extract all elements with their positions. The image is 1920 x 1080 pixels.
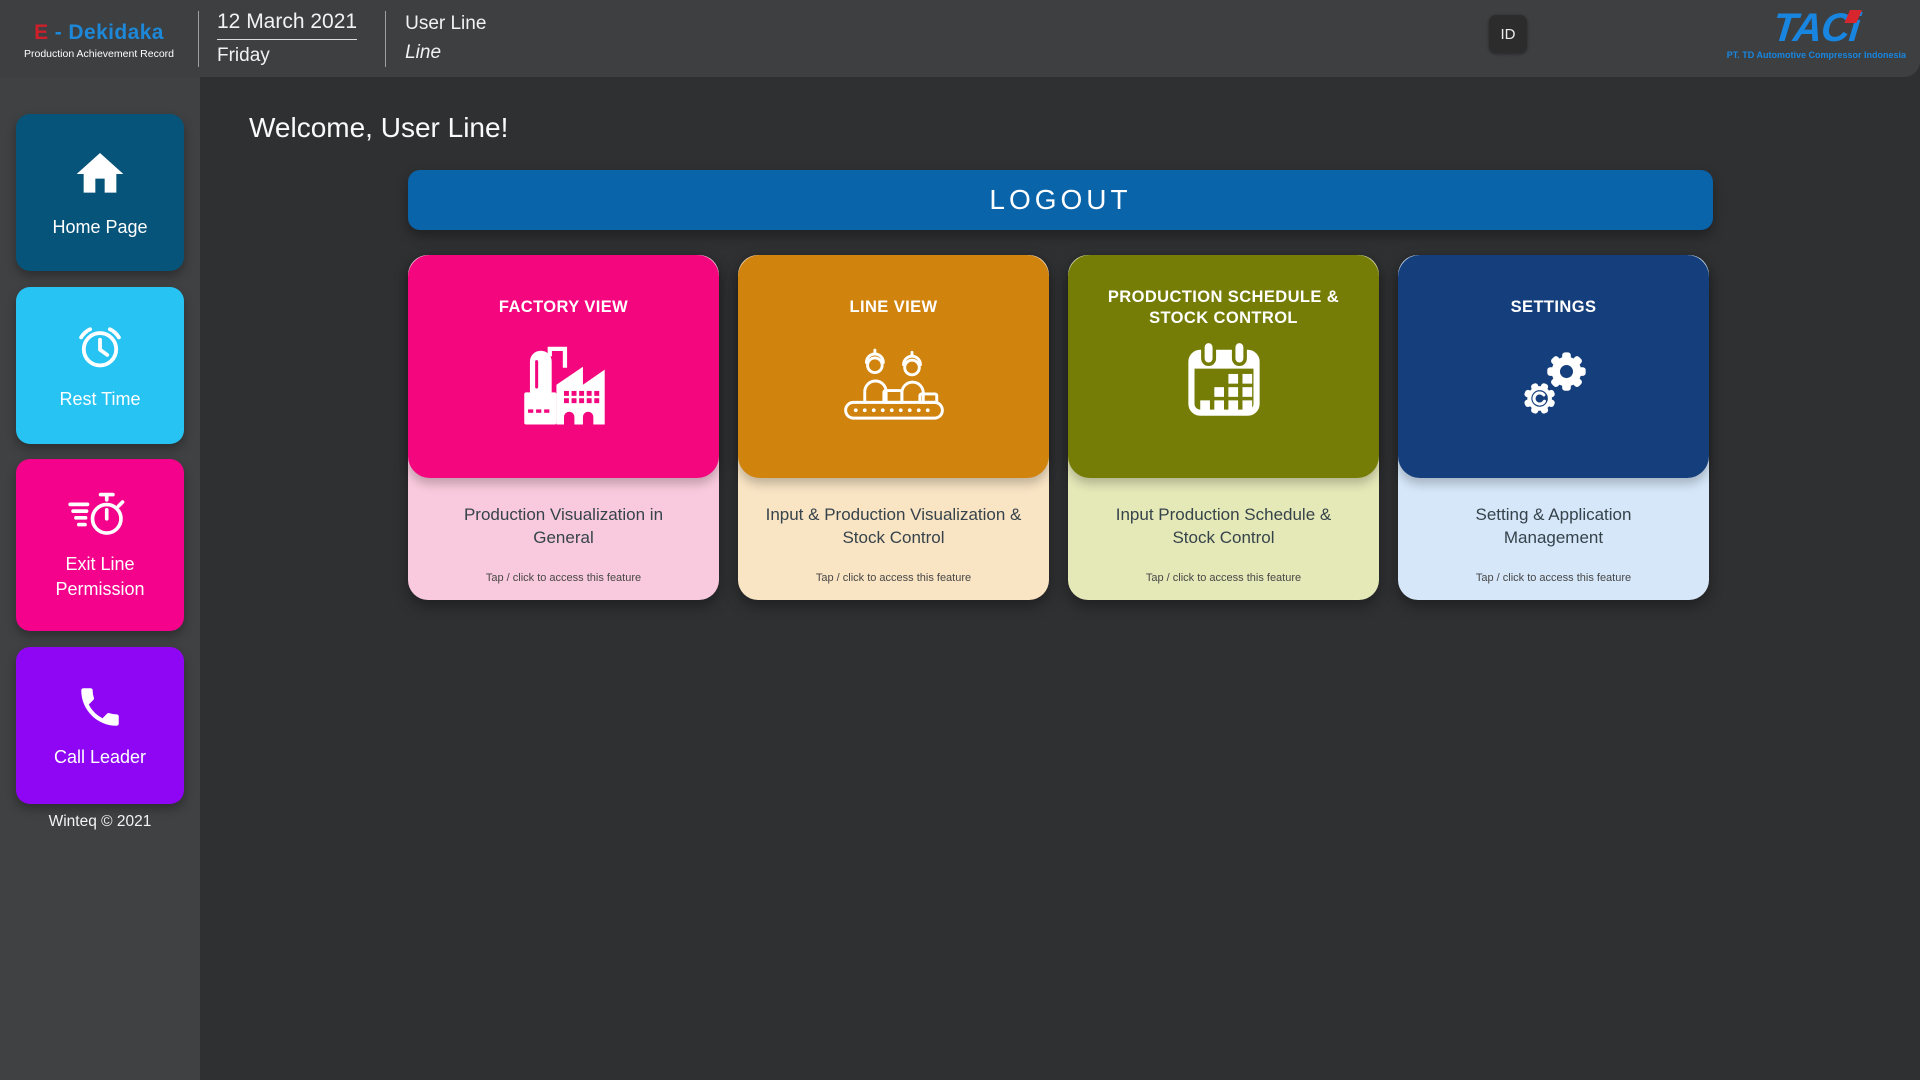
workers-conveyor-icon — [840, 337, 948, 478]
sidebar-item-label: Exit Line Permission — [38, 552, 163, 601]
card-title: PRODUCTION SCHEDULE & STOCK CONTROL — [1068, 279, 1379, 337]
user-role: Line — [405, 42, 486, 64]
app-logo-subtitle: Production Achievement Record — [0, 48, 198, 60]
card-factory-view-header: FACTORY VIEW — [408, 255, 719, 478]
app-header: E - Dekidaka Production Achievement Reco… — [0, 0, 1920, 77]
day-text: Friday — [217, 45, 357, 67]
header-user-block: User Line Line — [386, 13, 486, 64]
card-description: Input & Production Visualization & Stock… — [744, 503, 1044, 550]
card-hint: Tap / click to access this feature — [408, 572, 719, 584]
date-text: 12 March 2021 — [217, 10, 357, 40]
gears-icon — [1506, 337, 1602, 478]
card-description: Setting & Application Management — [1439, 503, 1669, 550]
company-logo-text: TACi — [1771, 7, 1862, 49]
company-logo: TACi PT. TD Automotive Compressor Indone… — [1727, 7, 1906, 60]
language-id-button[interactable]: ID — [1489, 15, 1527, 53]
card-title: LINE VIEW — [836, 279, 952, 337]
sidebar-item-rest-time[interactable]: Rest Time — [16, 287, 184, 444]
stopwatch-speed-icon — [67, 489, 133, 539]
card-line-view-header: LINE VIEW — [738, 255, 1049, 478]
app-logo-name: - Dekidaka — [55, 21, 164, 44]
card-title: SETTINGS — [1497, 279, 1611, 337]
welcome-heading: Welcome, User Line! — [249, 112, 508, 144]
home-icon — [72, 146, 128, 202]
sidebar-item-label: Home Page — [52, 215, 147, 239]
sidebar-item-home-page[interactable]: Home Page — [16, 114, 184, 271]
header-divider — [198, 11, 199, 67]
logout-button[interactable]: LOGOUT — [408, 170, 1713, 230]
card-hint: Tap / click to access this feature — [1068, 572, 1379, 584]
card-line-view[interactable]: LINE VIEW — [738, 255, 1049, 600]
app-logo-prefix: E — [34, 21, 48, 44]
card-hint: Tap / click to access this feature — [1398, 572, 1709, 584]
card-line-view-body: Input & Production Visualization & Stock… — [738, 478, 1049, 600]
card-production-schedule[interactable]: PRODUCTION SCHEDULE & STOCK CONTROL — [1068, 255, 1379, 600]
header-divider — [385, 11, 386, 67]
sidebar: Home Page Rest Time — [0, 77, 200, 1080]
sidebar-item-exit-line-permission[interactable]: Exit Line Permission — [16, 459, 184, 631]
card-description: Input Production Schedule & Stock Contro… — [1094, 503, 1354, 550]
card-factory-view-body: Production Visualization in General Tap … — [408, 478, 719, 600]
card-settings-body: Setting & Application Management Tap / c… — [1398, 478, 1709, 600]
sidebar-item-label: Rest Time — [59, 387, 140, 411]
phone-icon — [75, 682, 125, 732]
copyright-text: Winteq © 2021 — [0, 813, 200, 831]
sidebar-item-call-leader[interactable]: Call Leader — [16, 647, 184, 804]
sidebar-item-label: Call Leader — [54, 745, 146, 769]
user-name: User Line — [405, 13, 486, 35]
header-date-block: 12 March 2021 Friday — [199, 10, 385, 67]
alarm-clock-icon — [73, 320, 127, 374]
factory-icon — [511, 337, 617, 478]
app-logo-title: E - Dekidaka — [0, 21, 198, 45]
app-logo: E - Dekidaka Production Achievement Reco… — [0, 17, 198, 60]
calendar-chart-icon — [1180, 337, 1268, 478]
card-hint: Tap / click to access this feature — [738, 572, 1049, 584]
feature-cards: FACTORY VIEW — [408, 255, 1709, 600]
card-title: FACTORY VIEW — [485, 279, 642, 337]
card-settings-header: SETTINGS — [1398, 255, 1709, 478]
card-factory-view[interactable]: FACTORY VIEW — [408, 255, 719, 600]
company-logo-subtitle: PT. TD Automotive Compressor Indonesia — [1727, 50, 1906, 60]
card-description: Production Visualization in General — [439, 503, 689, 550]
card-settings[interactable]: SETTINGS — [1398, 255, 1709, 600]
card-production-schedule-body: Input Production Schedule & Stock Contro… — [1068, 478, 1379, 600]
card-production-schedule-header: PRODUCTION SCHEDULE & STOCK CONTROL — [1068, 255, 1379, 478]
